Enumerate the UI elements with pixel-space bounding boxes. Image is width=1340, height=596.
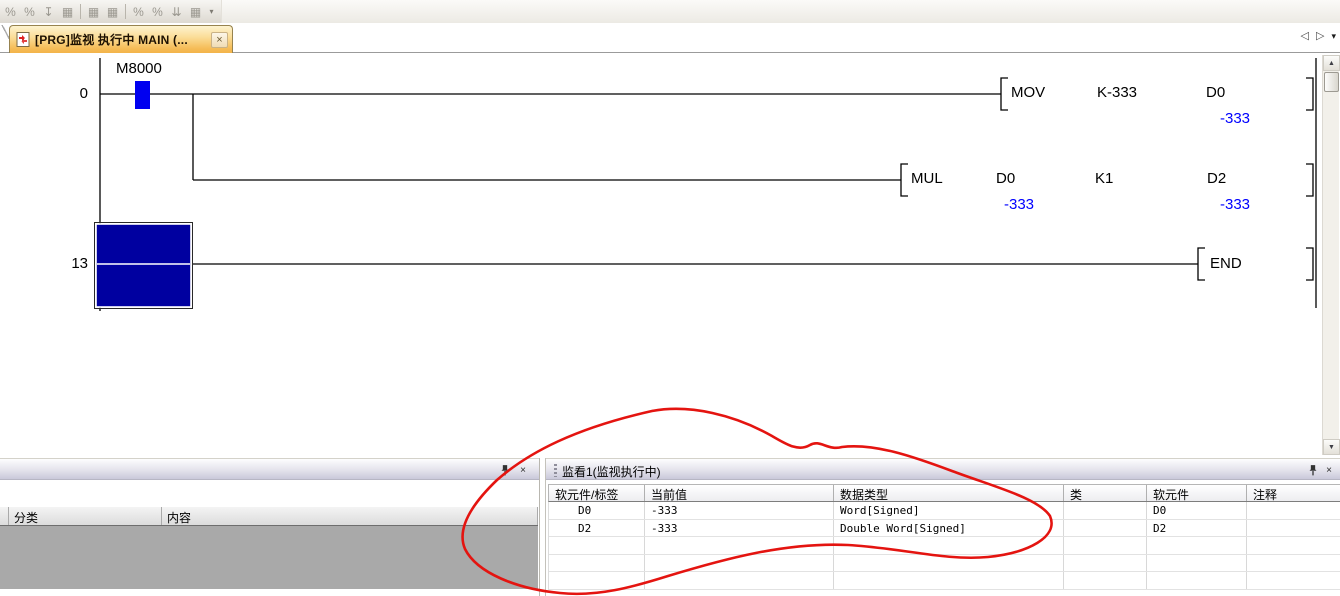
toolbar-separator <box>80 4 81 19</box>
column-header-current-value[interactable]: 当前值 <box>645 485 834 501</box>
output-column-headers: 分类 内容 <box>0 507 538 526</box>
ladder-editor[interactable]: 0 M8000 MOV K-333 D0 -333 MUL D0 -333 K1… <box>0 54 1340 458</box>
column-header-device[interactable]: 软元件 <box>1147 485 1247 501</box>
mul-source1: D0 <box>996 170 1015 187</box>
forced-io-cancel-icon[interactable]: % <box>149 3 166 20</box>
tab-nav-controls: ◁ ▷ ▾ <box>1301 31 1336 42</box>
forced-input-output-icon[interactable]: % <box>130 3 147 20</box>
contact-label-m8000: M8000 <box>116 60 162 77</box>
cell-device-label[interactable]: D0 <box>549 502 645 519</box>
step-number-0: 0 <box>56 85 88 102</box>
device-registration-monitor2-icon[interactable]: ▦ <box>104 3 121 20</box>
tab-title: [PRG]监视 执行中 MAIN (... <box>35 31 211 48</box>
column-header-data-type[interactable]: 数据类型 <box>834 485 1064 501</box>
mul-source2: K1 <box>1095 170 1113 187</box>
cell-current-value[interactable]: -333 <box>645 502 834 519</box>
debug-toolbar: % % ↧ ▦ ▦ ▦ % % ⇊ ▦ ▾ <box>0 0 222 23</box>
watch-start-icon[interactable]: ⇊ <box>168 3 185 20</box>
watch-title-bar[interactable]: 监看1(监视执行中) × <box>546 458 1340 480</box>
device-test-icon[interactable]: % <box>21 3 38 20</box>
cell-device-label[interactable]: D2 <box>549 520 645 537</box>
tab-list-dropdown-button[interactable]: ▾ <box>1331 31 1336 42</box>
mov-close-bracket <box>1306 78 1313 110</box>
main-toolbar: % % ↧ ▦ ▦ ▦ % % ⇊ ▦ ▾ <box>0 0 1340 23</box>
contact-m8000-on-indicator <box>135 81 150 109</box>
cell-comment[interactable] <box>1247 520 1340 537</box>
step-number-13: 13 <box>56 255 88 272</box>
ladder-cursor-cell <box>95 223 193 309</box>
buffer-memory-batch-icon[interactable]: ▦ <box>59 3 76 20</box>
cell-device[interactable]: D0 <box>1147 502 1247 519</box>
cell-comment[interactable] <box>1247 502 1340 519</box>
close-icon[interactable]: × <box>516 464 530 477</box>
mul-open-bracket <box>901 164 908 196</box>
cell-data-type[interactable]: Double Word[Signed] <box>834 520 1064 537</box>
scrollbar-thumb[interactable] <box>1324 72 1339 92</box>
cell-class[interactable] <box>1064 520 1147 537</box>
scroll-up-button[interactable]: ▲ <box>1323 55 1340 71</box>
column-header-content[interactable]: 内容 <box>162 507 538 525</box>
mov-opcode: MOV <box>1011 84 1045 101</box>
mul-close-bracket <box>1306 164 1313 196</box>
mul-source1-monitor-value: -333 <box>1004 196 1034 213</box>
output-panel-title-bar[interactable]: × <box>0 458 539 480</box>
vertical-scrollbar[interactable]: ▲ ▼ <box>1322 55 1339 455</box>
end-open-bracket <box>1198 248 1205 280</box>
cell-data-type[interactable]: Word[Signed] <box>834 502 1064 519</box>
gx-works2-monitor-screen: { "toolbar": { "overflow_glyph": "▾", "i… <box>0 0 1340 596</box>
device-registration-monitor-icon[interactable]: ▦ <box>85 3 102 20</box>
mul-destination: D2 <box>1207 170 1226 187</box>
watch-table-body: D0 -333 Word[Signed] D0 D2 -333 Double W… <box>548 502 1340 590</box>
overflow-chevron-icon: ▾ <box>209 7 213 16</box>
output-content-area[interactable] <box>0 526 538 589</box>
cell-current-value[interactable]: -333 <box>645 520 834 537</box>
document-tab-bar: [PRG]监视 执行中 MAIN (... × ◁ ▷ ▾ <box>0 23 1340 53</box>
mov-destination: D0 <box>1206 84 1225 101</box>
watch-stop-icon[interactable]: ▦ <box>187 3 204 20</box>
row-selector-column <box>0 507 9 525</box>
program-monitor-doc-icon <box>16 32 30 47</box>
watch-column-headers: 软元件/标签 当前值 数据类型 类 软元件 注释 <box>548 484 1340 502</box>
toolbar-separator <box>125 4 126 19</box>
end-close-bracket <box>1306 248 1313 280</box>
drag-grip-icon[interactable] <box>554 464 557 477</box>
watch-row-empty[interactable] <box>549 572 1340 590</box>
column-header-category[interactable]: 分类 <box>9 507 162 525</box>
auto-hide-pin-icon[interactable] <box>498 464 512 477</box>
scroll-tabs-right-button[interactable]: ▷ <box>1316 31 1324 42</box>
column-header-comment[interactable]: 注释 <box>1247 485 1340 501</box>
watch-row-d2[interactable]: D2 -333 Double Word[Signed] D2 <box>549 520 1340 538</box>
mul-opcode: MUL <box>911 170 943 187</box>
mov-destination-monitor-value: -333 <box>1220 110 1250 127</box>
cell-device[interactable]: D2 <box>1147 520 1247 537</box>
device-batch-readout-icon[interactable]: ↧ <box>40 3 57 20</box>
auto-hide-pin-icon[interactable] <box>1306 464 1320 477</box>
watch-title: 监看1(监视执行中) <box>562 463 661 480</box>
modify-value-icon[interactable]: % <box>2 3 19 20</box>
scroll-tabs-left-button[interactable]: ◁ <box>1301 31 1309 42</box>
mul-destination-monitor-value: -333 <box>1220 196 1250 213</box>
cell-class[interactable] <box>1064 502 1147 519</box>
end-opcode: END <box>1210 255 1242 272</box>
scroll-down-button[interactable]: ▼ <box>1323 439 1340 455</box>
close-icon[interactable]: × <box>1322 464 1336 477</box>
watch-row-empty[interactable] <box>549 555 1340 573</box>
toolbar-overflow-button[interactable]: ▾ <box>206 3 217 20</box>
tab-close-button[interactable]: × <box>211 32 228 48</box>
column-header-device-label[interactable]: 软元件/标签 <box>549 485 645 501</box>
mov-open-bracket <box>1001 78 1008 110</box>
ladder-diagram <box>0 54 1340 458</box>
watch-window: 监看1(监视执行中) × 软元件/标签 当前值 数据类型 类 软元件 注释 D0… <box>545 458 1340 596</box>
output-panel: × 分类 内容 <box>0 458 540 596</box>
mov-source: K-333 <box>1097 84 1137 101</box>
watch-row-d0[interactable]: D0 -333 Word[Signed] D0 <box>549 502 1340 520</box>
column-header-class[interactable]: 类 <box>1064 485 1147 501</box>
rung-branch-line <box>193 94 901 180</box>
watch-row-empty[interactable] <box>549 537 1340 555</box>
tab-main-program[interactable]: [PRG]监视 执行中 MAIN (... × <box>9 25 233 53</box>
